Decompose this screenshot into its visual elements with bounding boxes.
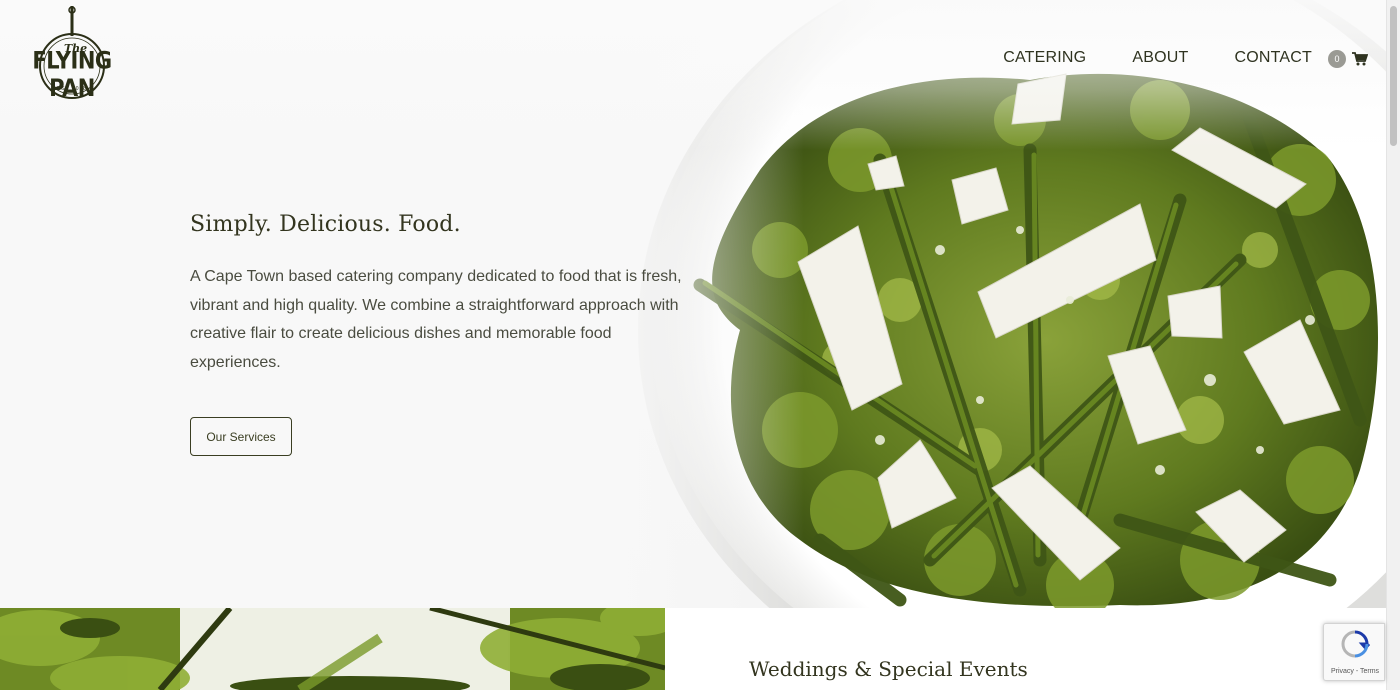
our-services-button[interactable]: Our Services xyxy=(190,417,292,456)
logo-est: EST 2018 xyxy=(56,86,88,92)
logo[interactable]: The FLYING PAN EST 2018 xyxy=(20,6,124,102)
weddings-image xyxy=(0,608,665,690)
logo-wordmark: FLYING PAN xyxy=(32,46,112,102)
shopping-cart-icon xyxy=(1352,52,1368,66)
cart-button[interactable]: 0 xyxy=(1328,50,1368,68)
scrollbar-thumb[interactable] xyxy=(1390,6,1397,146)
nav-item-about[interactable]: ABOUT xyxy=(1132,49,1188,67)
weddings-section-title: Weddings & Special Events xyxy=(749,657,1028,681)
hero-intro-text: A Cape Town based catering company dedic… xyxy=(190,268,682,371)
nav-item-catering[interactable]: CATERING xyxy=(1003,49,1086,67)
recaptcha-badge[interactable]: Privacy - Terms xyxy=(1323,623,1385,681)
recaptcha-links[interactable]: Privacy - Terms xyxy=(1324,668,1386,675)
salad-greens-image xyxy=(0,608,665,690)
hero-headline: Simply. Delicious. Food. xyxy=(190,212,461,237)
recaptcha-icon xyxy=(1341,630,1370,658)
main-nav: CATERING ABOUT CONTACT xyxy=(1003,49,1312,67)
nav-item-contact[interactable]: CONTACT xyxy=(1234,49,1312,67)
cart-count-badge: 0 xyxy=(1328,50,1346,68)
page-scrollbar[interactable] xyxy=(1386,0,1400,690)
